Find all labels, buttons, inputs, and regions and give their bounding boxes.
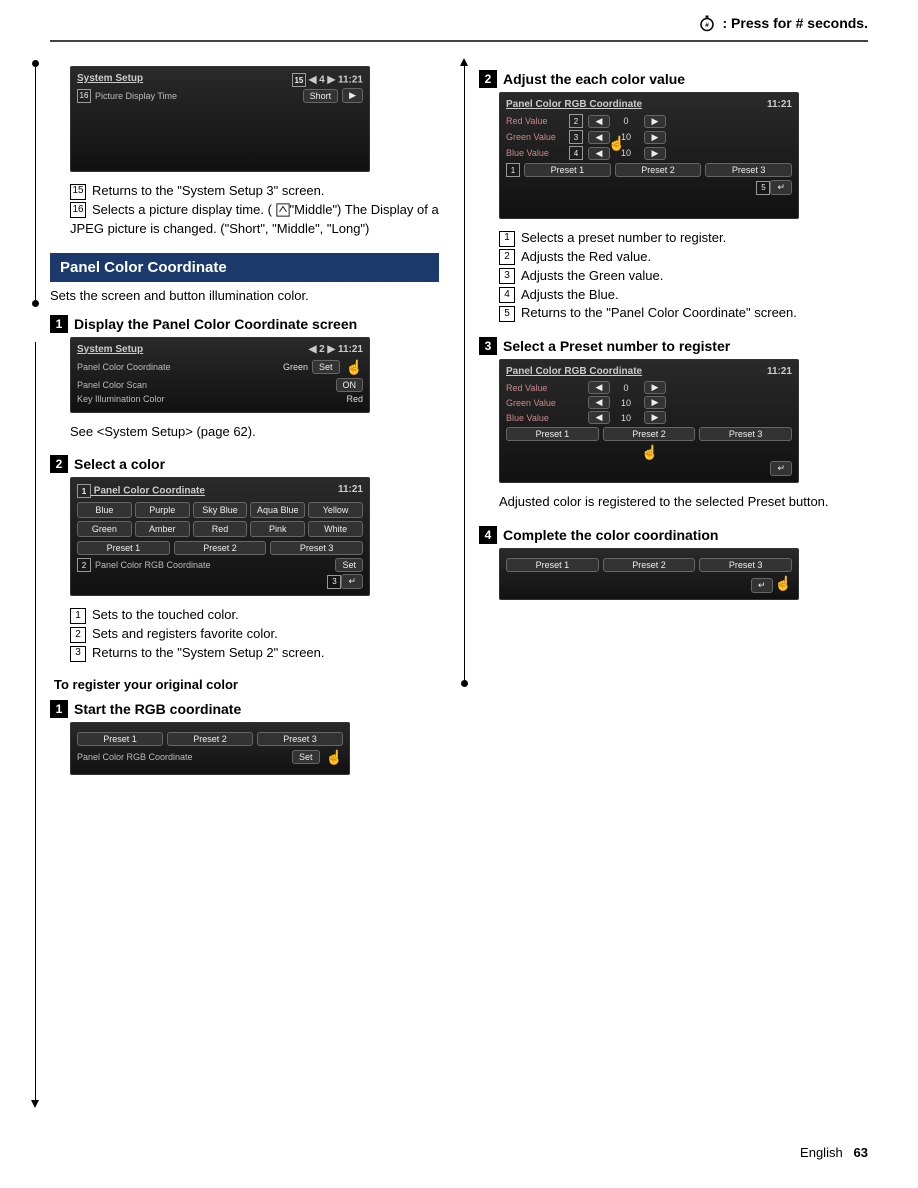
preset-button[interactable]: Preset 2: [167, 732, 253, 746]
back-button[interactable]: ↵: [770, 461, 792, 476]
color-desc-list: 1Sets to the touched color. 2Sets and re…: [70, 606, 439, 663]
preset-button[interactable]: Preset 2: [603, 558, 696, 572]
system-setup-4-screenshot: System Setup 15 ◀ 4 ▶ 11:21 16 Picture D…: [70, 66, 370, 172]
color-button[interactable]: Pink: [250, 521, 305, 537]
rgb-desc-list: 1Selects a preset number to register. 2A…: [499, 229, 868, 323]
panel-color-coordinate-screenshot: 1 Panel Color Coordinate11:21 Blue Purpl…: [70, 477, 370, 596]
hand-cursor-icon: ☝: [775, 575, 792, 592]
rgb-adjust-screenshot: Panel Color RGB Coordinate11:21 Red Valu…: [499, 92, 799, 219]
decrease-button[interactable]: ◀: [588, 115, 610, 128]
system-setup-2-screenshot: System Setup ◀ 2 ▶ 11:21 Panel Color Coo…: [70, 337, 370, 413]
preset-button[interactable]: Preset 1: [77, 732, 163, 746]
preset-button[interactable]: Preset 3: [257, 732, 343, 746]
decrease-button[interactable]: ◀: [588, 381, 610, 394]
preset-button[interactable]: Preset 3: [270, 541, 363, 555]
color-button[interactable]: Amber: [135, 521, 190, 537]
hand-cursor-icon: ☝: [641, 444, 658, 461]
preset-button[interactable]: Preset 1: [77, 541, 170, 555]
step-1-rgb: 1 Start the RGB coordinate: [50, 700, 439, 718]
hand-cursor-icon: ☝: [346, 359, 363, 376]
tool-icon: [276, 203, 290, 217]
preset-button[interactable]: Preset 1: [506, 558, 599, 572]
rgb-preset-screenshot: Panel Color RGB Coordinate11:21 Red Valu…: [499, 359, 799, 483]
step-2-adjust: 2 Adjust the each color value: [479, 70, 868, 88]
set-button[interactable]: Set: [312, 360, 340, 374]
step-2-select-color: 2 Select a color: [50, 455, 439, 473]
preset-button[interactable]: Preset 3: [705, 163, 792, 177]
decrease-button[interactable]: ◀: [588, 411, 610, 424]
preset-button[interactable]: Preset 3: [699, 427, 792, 441]
system-setup-4-desc: 15Returns to the "System Setup 3" screen…: [70, 182, 439, 239]
increase-button[interactable]: ▶: [644, 381, 666, 394]
hand-cursor-icon: ☝: [326, 749, 343, 766]
header-hint: # : Press for # seconds.: [698, 14, 868, 32]
rgb-start-screenshot: Preset 1 Preset 2 Preset 3 Panel Color R…: [70, 722, 350, 775]
panel-color-section-title: Panel Color Coordinate: [50, 253, 439, 282]
play-button[interactable]: ▶: [342, 88, 363, 103]
hand-cursor-icon: ☝: [608, 135, 625, 152]
panel-color-section-desc: Sets the screen and button illumination …: [50, 288, 439, 303]
increase-button[interactable]: ▶: [644, 115, 666, 128]
color-button[interactable]: Green: [77, 521, 132, 537]
color-button[interactable]: Yellow: [308, 502, 363, 518]
see-reference: See <System Setup> (page 62).: [70, 423, 439, 442]
preset-button[interactable]: Preset 1: [524, 163, 611, 177]
svg-text:#: #: [706, 22, 710, 29]
increase-button[interactable]: ▶: [644, 411, 666, 424]
on-toggle[interactable]: ON: [336, 378, 364, 392]
color-button[interactable]: Sky Blue: [193, 502, 248, 518]
step-3-select-preset: 3 Select a Preset number to register: [479, 337, 868, 355]
back-button[interactable]: ↵: [751, 578, 773, 593]
display-time-button[interactable]: Short: [303, 89, 339, 103]
back-button[interactable]: ↵: [770, 180, 792, 195]
color-button[interactable]: Red: [193, 521, 248, 537]
increase-button[interactable]: ▶: [644, 131, 666, 144]
register-original-subhead: To register your original color: [54, 677, 439, 692]
preset-button[interactable]: Preset 1: [506, 427, 599, 441]
right-column: 2 Adjust the each color value Panel Colo…: [479, 62, 868, 785]
back-button[interactable]: ↵: [341, 574, 363, 589]
color-button[interactable]: White: [308, 521, 363, 537]
preset-button[interactable]: Preset 2: [615, 163, 702, 177]
set-button[interactable]: Set: [335, 558, 363, 572]
increase-button[interactable]: ▶: [644, 147, 666, 160]
decrease-button[interactable]: ◀: [588, 396, 610, 409]
preset-button[interactable]: Preset 3: [699, 558, 792, 572]
preset-registered-desc: Adjusted color is registered to the sele…: [499, 493, 868, 512]
header-divider: # : Press for # seconds.: [50, 40, 868, 42]
timer-icon: #: [698, 14, 716, 32]
complete-screenshot: Preset 1 Preset 2 Preset 3 ↵☝: [499, 548, 799, 600]
page-footer: English 63: [800, 1145, 868, 1160]
color-button[interactable]: Purple: [135, 502, 190, 518]
color-button[interactable]: Blue: [77, 502, 132, 518]
step-4-complete: 4 Complete the color coordination: [479, 526, 868, 544]
decrease-button[interactable]: ◀: [588, 131, 610, 144]
decrease-button[interactable]: ◀: [588, 147, 610, 160]
set-button[interactable]: Set: [292, 750, 320, 764]
left-column: System Setup 15 ◀ 4 ▶ 11:21 16 Picture D…: [50, 62, 439, 785]
increase-button[interactable]: ▶: [644, 396, 666, 409]
color-button[interactable]: Aqua Blue: [250, 502, 305, 518]
step-1-display: 1 Display the Panel Color Coordinate scr…: [50, 315, 439, 333]
preset-button[interactable]: Preset 2: [174, 541, 267, 555]
preset-button[interactable]: Preset 2: [603, 427, 696, 441]
header-hint-text: : Press for # seconds.: [722, 15, 868, 31]
